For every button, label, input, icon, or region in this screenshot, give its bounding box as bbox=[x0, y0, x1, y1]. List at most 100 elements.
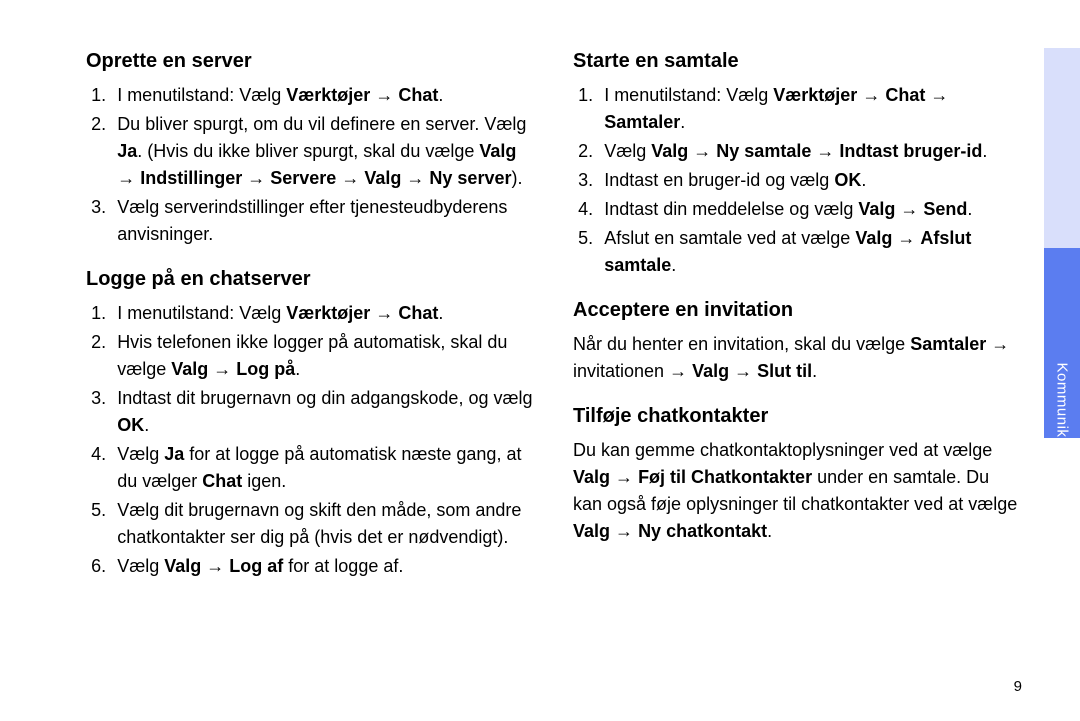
arrow-icon: → bbox=[615, 464, 633, 491]
text: . bbox=[982, 141, 987, 161]
text: Vælg dit brugernavn og skift den måde, s… bbox=[117, 500, 521, 547]
menu-term: Chat bbox=[398, 85, 438, 105]
list-item: Indtast din meddelelse og vælg Valg → Se… bbox=[598, 196, 1020, 223]
text: . bbox=[967, 199, 972, 219]
menu-term: Log på bbox=[236, 359, 295, 379]
section-tab: Kommunikation bbox=[1044, 48, 1080, 438]
list-item: Du bliver spurgt, om du vil definere en … bbox=[111, 111, 533, 192]
list-item: Indtast dit brugernavn og din adgangskod… bbox=[111, 385, 533, 439]
text: for at logge af. bbox=[283, 556, 403, 576]
list-item: I menutilstand: Vælg Værktøjer → Chat. bbox=[111, 300, 533, 327]
menu-term: Indstillinger bbox=[140, 168, 242, 188]
heading-tilfoeje-chatkontakter: Tilføje chatkontakter bbox=[573, 401, 1020, 431]
menu-term: Valg bbox=[171, 359, 208, 379]
text: I menutilstand: Vælg bbox=[117, 85, 286, 105]
text: Du bliver spurgt, om du vil definere en … bbox=[117, 114, 526, 134]
menu-term: Slut til bbox=[757, 361, 812, 381]
menu-term: Send bbox=[923, 199, 967, 219]
heading-oprette-server: Oprette en server bbox=[86, 46, 533, 76]
section-tab-highlight bbox=[1044, 48, 1080, 248]
menu-term: Indtast bruger-id bbox=[839, 141, 982, 161]
arrow-icon: → bbox=[816, 138, 834, 165]
menu-term: Valg bbox=[692, 361, 729, 381]
menu-term: Valg bbox=[855, 228, 892, 248]
arrow-icon: → bbox=[375, 82, 393, 109]
text: . bbox=[144, 415, 149, 435]
text: Du kan gemme chatkontaktoplysninger ved … bbox=[573, 440, 992, 460]
heading-acceptere-invitation: Acceptere en invitation bbox=[573, 295, 1020, 325]
list-logge-chatserver: I menutilstand: Vælg Værktøjer → Chat. H… bbox=[86, 300, 533, 580]
right-column: Starte en samtale I menutilstand: Vælg V… bbox=[573, 46, 1020, 721]
menu-term: Værktøjer bbox=[286, 85, 370, 105]
left-column: Oprette en server I menutilstand: Vælg V… bbox=[86, 46, 533, 721]
menu-term: Samtaler bbox=[910, 334, 986, 354]
text: Vælg serverindstillinger efter tjenesteu… bbox=[117, 197, 507, 244]
emphasis: OK bbox=[117, 415, 144, 435]
arrow-icon: → bbox=[734, 358, 752, 385]
text: Indtast din meddelelse og vælg bbox=[604, 199, 858, 219]
arrow-icon: → bbox=[897, 225, 915, 252]
menu-term: Valg bbox=[858, 199, 895, 219]
section-tab-label: Kommunikation bbox=[1054, 363, 1071, 473]
menu-term: Samtaler bbox=[604, 112, 680, 132]
text: ). bbox=[511, 168, 522, 188]
emphasis: Ja bbox=[164, 444, 184, 464]
text: Afslut en samtale ved at vælge bbox=[604, 228, 855, 248]
para-tilfoeje-chatkontakter: Du kan gemme chatkontaktoplysninger ved … bbox=[573, 437, 1020, 545]
text: . (Hvis du ikke bliver spurgt, skal du v… bbox=[137, 141, 479, 161]
text: I menutilstand: Vælg bbox=[117, 303, 286, 323]
text: . bbox=[680, 112, 685, 132]
text: Vælg bbox=[117, 556, 164, 576]
arrow-icon: → bbox=[375, 300, 393, 327]
text: Indtast dit brugernavn og din adgangskod… bbox=[117, 388, 532, 408]
text: I menutilstand: Vælg bbox=[604, 85, 773, 105]
menu-term: Servere bbox=[270, 168, 336, 188]
manual-page: Oprette en server I menutilstand: Vælg V… bbox=[0, 0, 1080, 721]
arrow-icon: → bbox=[862, 82, 880, 109]
arrow-icon: → bbox=[117, 165, 135, 192]
menu-term: Ny chatkontakt bbox=[638, 521, 767, 541]
menu-term: Føj til Chatkontakter bbox=[638, 467, 812, 487]
arrow-icon: → bbox=[341, 165, 359, 192]
arrow-icon: → bbox=[900, 196, 918, 223]
list-item: Vælg Valg → Ny samtale → Indtast bruger-… bbox=[598, 138, 1020, 165]
list-starte-samtale: I menutilstand: Vælg Værktøjer → Chat → … bbox=[573, 82, 1020, 279]
text: . bbox=[438, 303, 443, 323]
list-item: I menutilstand: Vælg Værktøjer → Chat. bbox=[111, 82, 533, 109]
heading-starte-samtale: Starte en samtale bbox=[573, 46, 1020, 76]
text: . bbox=[295, 359, 300, 379]
list-oprette-server: I menutilstand: Vælg Værktøjer → Chat. D… bbox=[86, 82, 533, 248]
list-item: Vælg dit brugernavn og skift den måde, s… bbox=[111, 497, 533, 551]
arrow-icon: → bbox=[213, 356, 231, 383]
list-item: Vælg Ja for at logge på automatisk næste… bbox=[111, 441, 533, 495]
menu-term: Valg bbox=[164, 556, 201, 576]
text: . bbox=[767, 521, 772, 541]
menu-term: Værktøjer bbox=[286, 303, 370, 323]
text: Når du henter en invitation, skal du væl… bbox=[573, 334, 910, 354]
emphasis: Chat bbox=[202, 471, 242, 491]
text: . bbox=[861, 170, 866, 190]
menu-term: Værktøjer bbox=[773, 85, 857, 105]
page-number: 9 bbox=[1014, 678, 1022, 695]
list-item: I menutilstand: Vælg Værktøjer → Chat → … bbox=[598, 82, 1020, 136]
arrow-icon: → bbox=[693, 138, 711, 165]
arrow-icon: → bbox=[991, 331, 1009, 358]
menu-term: Valg bbox=[573, 467, 610, 487]
menu-term: Log af bbox=[229, 556, 283, 576]
content-columns: Oprette en server I menutilstand: Vælg V… bbox=[0, 0, 1080, 721]
text: Vælg bbox=[604, 141, 651, 161]
list-item: Indtast en bruger-id og vælg OK. bbox=[598, 167, 1020, 194]
list-item: Hvis telefonen ikke logger på automatisk… bbox=[111, 329, 533, 383]
menu-term: Chat bbox=[885, 85, 925, 105]
text: Indtast en bruger-id og vælg bbox=[604, 170, 834, 190]
text: . bbox=[671, 255, 676, 275]
emphasis: OK bbox=[834, 170, 861, 190]
arrow-icon: → bbox=[669, 358, 687, 385]
menu-term: Ny server bbox=[429, 168, 511, 188]
text: . bbox=[438, 85, 443, 105]
heading-logge-chatserver: Logge på en chatserver bbox=[86, 264, 533, 294]
para-acceptere-invitation: Når du henter en invitation, skal du væl… bbox=[573, 331, 1020, 385]
menu-term: Valg bbox=[364, 168, 401, 188]
arrow-icon: → bbox=[930, 82, 948, 109]
arrow-icon: → bbox=[406, 165, 424, 192]
